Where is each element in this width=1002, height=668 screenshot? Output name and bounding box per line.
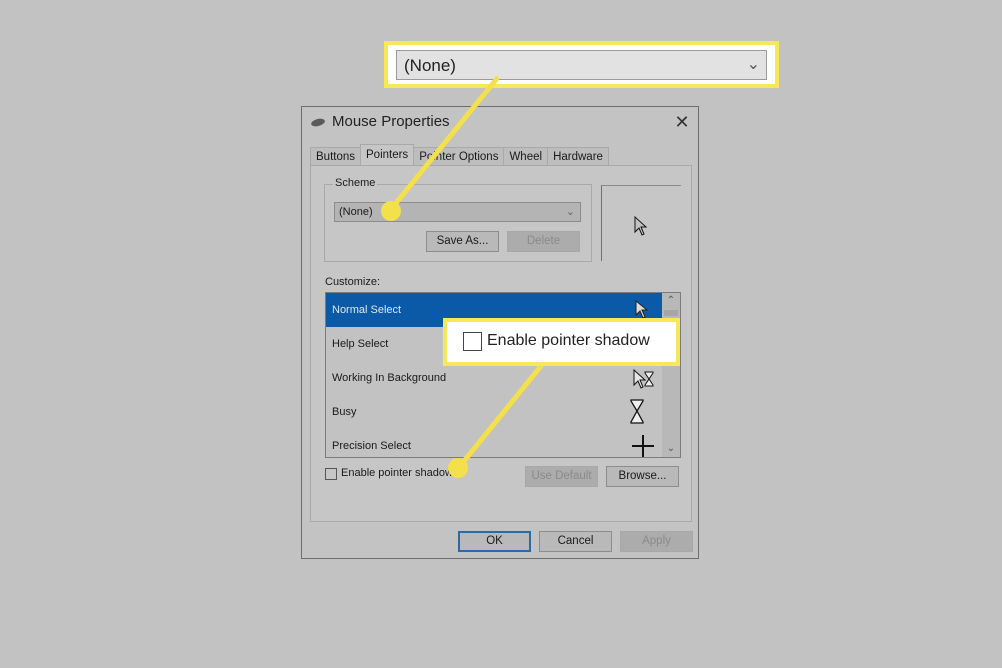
callout-shadow-zoom: Enable pointer shadow [443, 318, 680, 366]
browse-button[interactable]: Browse... [606, 466, 679, 487]
window-title: Mouse Properties [332, 113, 450, 130]
scheme-group: Scheme (None) ⌄ Save As... Delete [324, 177, 592, 262]
callout-dot-scheme [381, 201, 401, 221]
hourglass-icon [630, 399, 644, 424]
callout-shadow-label: Enable pointer shadow [487, 332, 650, 349]
scheme-label: Scheme [333, 177, 378, 189]
close-button[interactable]: ✕ [670, 110, 694, 134]
cancel-button[interactable]: Cancel [539, 531, 612, 552]
callout-scheme-zoom: (None) ⌄ [384, 41, 779, 88]
title-bar[interactable]: Mouse Properties ✕ [302, 107, 698, 137]
customize-label: Customize: [325, 276, 381, 288]
scheme-dropdown[interactable]: (None) ⌄ [334, 202, 581, 222]
delete-button[interactable]: Delete [507, 231, 580, 252]
cursor-list[interactable]: Normal Select Help Select Working In Bac… [325, 292, 681, 458]
pointer-preview [601, 185, 681, 261]
callout-checkbox-icon [463, 332, 482, 351]
list-item[interactable]: Precision Select [326, 429, 662, 457]
scroll-thumb[interactable] [664, 310, 678, 316]
scheme-value: (None) [339, 206, 373, 218]
list-item-label: Busy [332, 406, 357, 418]
callout-scheme-combo: (None) ⌄ [396, 50, 767, 80]
scroll-up-button[interactable]: ⌃ [662, 293, 680, 309]
enable-pointer-shadow-label[interactable]: Enable pointer shadow [341, 467, 453, 479]
tab-buttons[interactable]: Buttons [310, 147, 361, 165]
list-item[interactable]: Working In Background [326, 361, 662, 395]
arrow-pointer-icon [634, 216, 648, 236]
use-default-button[interactable]: Use Default [525, 466, 598, 487]
callout-dot-shadow [448, 458, 468, 478]
tab-hardware[interactable]: Hardware [547, 147, 609, 165]
callout-scheme-value: (None) [404, 56, 456, 75]
tab-wheel[interactable]: Wheel [503, 147, 549, 165]
chevron-down-icon: ⌄ [565, 206, 575, 218]
apply-button[interactable]: Apply [620, 531, 693, 552]
save-as-button[interactable]: Save As... [426, 231, 499, 252]
crosshair-icon [632, 435, 654, 457]
list-item-label: Normal Select [332, 304, 402, 316]
working-pointer-icon [633, 368, 654, 389]
tab-strip: Buttons Pointers Pointer Options Wheel H… [310, 144, 609, 166]
chevron-down-icon: ⌄ [746, 56, 760, 73]
scroll-down-button[interactable]: ⌄ [662, 441, 680, 457]
mouse-icon [310, 117, 326, 128]
list-item-label: Precision Select [332, 440, 411, 452]
tab-pointers[interactable]: Pointers [360, 144, 415, 165]
enable-pointer-shadow-checkbox[interactable] [325, 468, 337, 480]
close-icon: ✕ [674, 112, 690, 132]
list-item-label: Help Select [332, 338, 389, 350]
list-item-label: Working In Background [332, 372, 447, 384]
ok-button[interactable]: OK [458, 531, 531, 552]
